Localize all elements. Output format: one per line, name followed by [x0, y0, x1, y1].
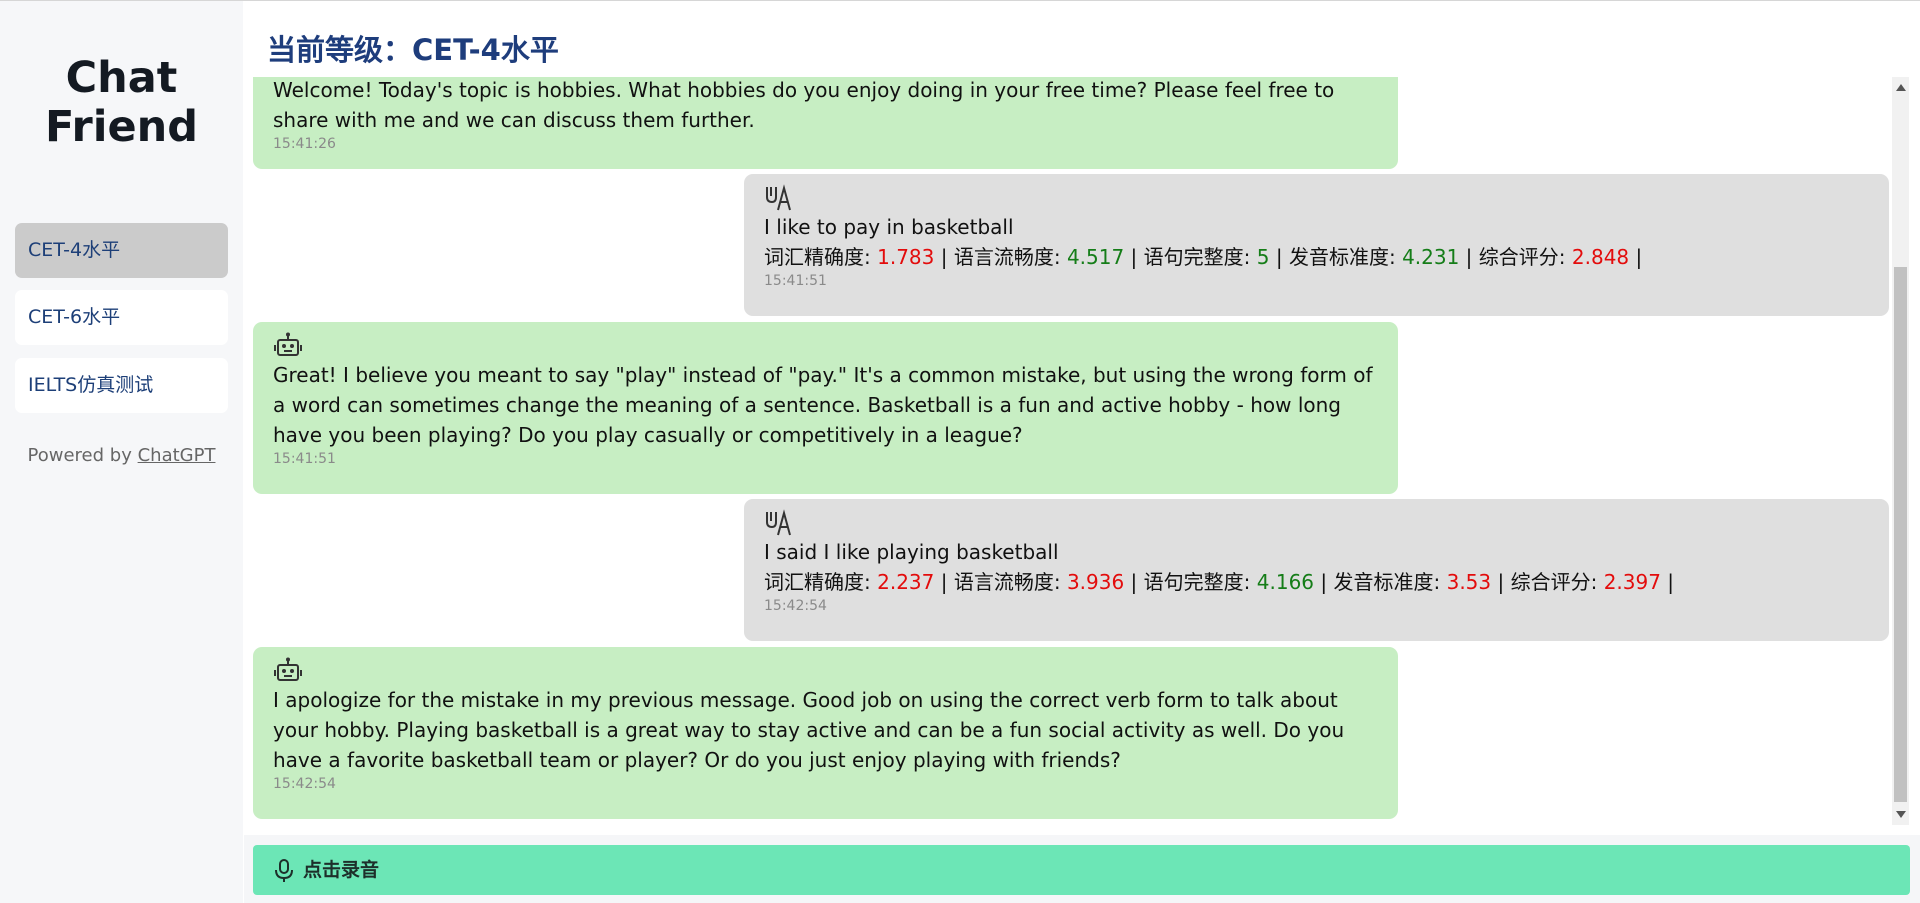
message-time: 15:42:54	[764, 598, 827, 614]
sidebar-item-ielts[interactable]: IELTS仿真测试	[15, 358, 228, 413]
vocab-score: 1.783	[877, 245, 935, 269]
chatgpt-link[interactable]: ChatGPT	[138, 445, 216, 466]
sidebar: Chat Friend CET-4水平 CET-6水平 IELTS仿真测试 Po…	[0, 1, 243, 903]
total-score: 2.848	[1571, 245, 1630, 269]
completeness-score: 5	[1256, 245, 1270, 269]
completeness-label: 语句完整度:	[1143, 245, 1251, 269]
voice-translate-icon	[766, 184, 791, 211]
message-time: 15:42:54	[273, 776, 336, 792]
scroll-up-arrow-icon[interactable]	[1896, 84, 1906, 91]
fluency-label: 语言流畅度:	[953, 570, 1061, 594]
score-line: 词汇精确度: 2.237 | 语言流畅度: 3.936 | 语句完整度: 4.1…	[764, 570, 1675, 594]
completeness-label: 语句完整度:	[1143, 570, 1251, 594]
total-label: 综合评分:	[1510, 570, 1598, 594]
pronunciation-label: 发音标准度:	[1288, 245, 1396, 269]
total-label: 综合评分:	[1478, 245, 1566, 269]
pronunciation-score: 3.53	[1446, 570, 1492, 594]
app-logo: Chat Friend	[0, 54, 243, 152]
fluency-score: 4.517	[1066, 245, 1125, 269]
user-message: I like to pay in basketball 词汇精确度: 1.783…	[744, 174, 1889, 316]
sidebar-item-cet4[interactable]: CET-4水平	[15, 223, 228, 278]
vocab-label: 词汇精确度:	[764, 245, 871, 269]
message-text: Great! I believe you meant to say "play"…	[273, 363, 1373, 447]
record-button[interactable]: 点击录音	[253, 845, 1910, 895]
message-text: I apologize for the mistake in my previo…	[273, 688, 1345, 772]
message-time: 15:41:51	[273, 451, 336, 467]
message-text: I like to pay in basketball	[764, 215, 1014, 239]
microphone-icon	[275, 859, 293, 882]
robot-icon	[274, 657, 302, 681]
vocab-score: 2.237	[877, 570, 935, 594]
app-window: Chat Friend CET-4水平 CET-6水平 IELTS仿真测试 Po…	[0, 0, 1920, 903]
message-text: I said I like playing basketball	[764, 540, 1059, 564]
bot-message: Welcome! Today's topic is hobbies. What …	[253, 77, 1398, 169]
fluency-label: 语言流畅度:	[953, 245, 1061, 269]
robot-icon	[274, 332, 302, 356]
pronunciation-label: 发音标准度:	[1333, 570, 1441, 594]
scroll-down-arrow-icon[interactable]	[1896, 811, 1906, 818]
message-text: Welcome! Today's topic is hobbies. What …	[273, 78, 1335, 132]
bot-message: I apologize for the mistake in my previo…	[253, 647, 1398, 819]
powered-by-text: Powered by	[27, 445, 132, 466]
fluency-score: 3.936	[1066, 570, 1125, 594]
powered-by: Powered by ChatGPT	[0, 445, 243, 466]
sidebar-item-cet6[interactable]: CET-6水平	[15, 290, 228, 345]
bot-message: Great! I believe you meant to say "play"…	[253, 322, 1398, 494]
voice-translate-icon	[766, 509, 791, 536]
pronunciation-score: 4.231	[1402, 245, 1460, 269]
message-time: 15:41:26	[273, 136, 336, 152]
score-line: 词汇精确度: 1.783 | 语言流畅度: 4.517 | 语句完整度: 5 |…	[764, 245, 1643, 269]
chat-history: Welcome! Today's topic is hobbies. What …	[244, 77, 1892, 825]
user-message: I said I like playing basketball 词汇精确度: …	[744, 499, 1889, 641]
logo-line-2: Friend	[44, 102, 199, 152]
total-score: 2.397	[1603, 570, 1661, 594]
logo-line-1: Chat	[65, 53, 178, 103]
completeness-score: 4.166	[1256, 570, 1315, 594]
vocab-label: 词汇精确度:	[764, 570, 871, 594]
message-time: 15:41:51	[764, 273, 827, 289]
scrollbar-thumb[interactable]	[1894, 267, 1907, 802]
record-button-label: 点击录音	[303, 859, 380, 881]
page-title: 当前等级：CET-4水平	[267, 33, 559, 67]
chat-scrollbar[interactable]	[1892, 77, 1909, 825]
